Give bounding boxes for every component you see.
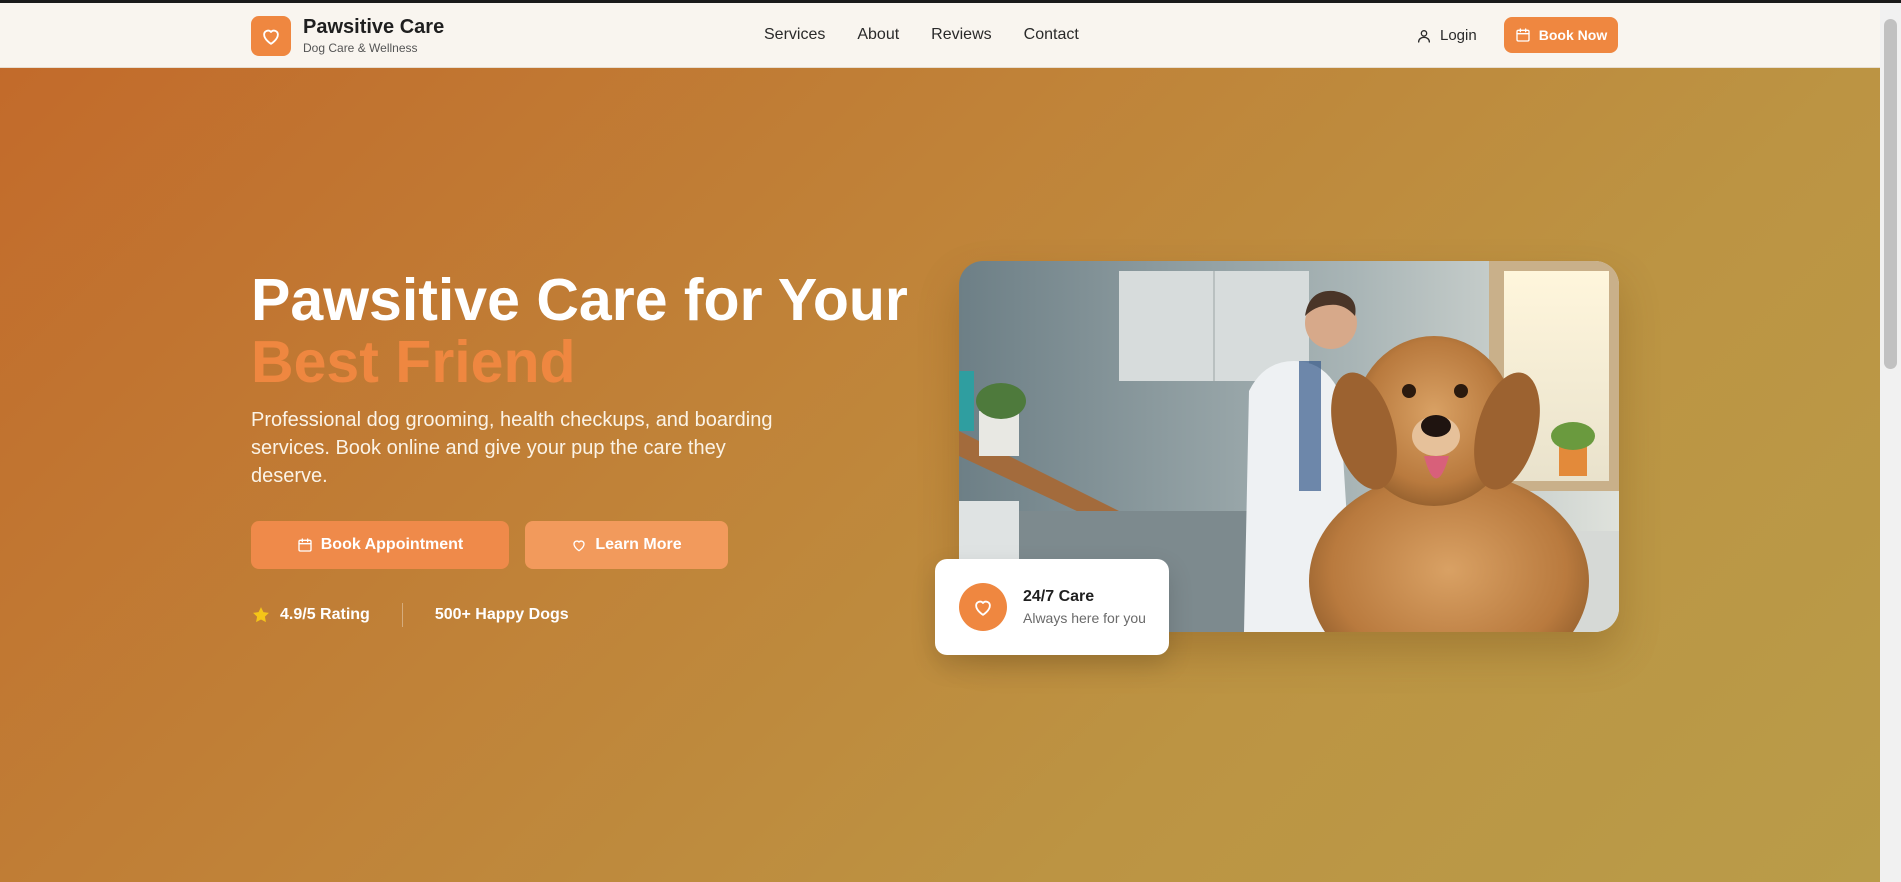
book-now-button[interactable]: Book Now [1504,17,1618,53]
hero-title: Pawsitive Care for Your Best Friend [251,269,908,393]
book-appointment-label: Book Appointment [320,536,464,553]
page-viewport: Pawsitive Care Dog Care & Wellness Servi… [0,3,1880,882]
hero-stats: 4.9/5 Rating 500+ Happy Dogs [251,603,569,627]
brand-tagline: Dog Care & Wellness [303,41,418,55]
star-icon [253,607,269,623]
happy-dogs-stat: 500+ Happy Dogs [435,606,569,624]
rating-stat: 4.9/5 Rating [251,605,370,625]
login-label: Login [1440,27,1477,44]
learn-more-label: Learn More [595,536,682,553]
book-now-label: Book Now [1538,27,1608,43]
learn-more-button[interactable]: Learn More [525,521,728,569]
hero-title-line1: Pawsitive Care for Your [251,267,908,333]
brand-logo[interactable]: Pawsitive Care Dog Care & Wellness [251,15,444,56]
calendar-icon [1516,28,1530,42]
brand-name: Pawsitive Care [303,16,445,38]
rating-text: 4.9/5 Rating [280,606,370,623]
login-button[interactable]: Login [1416,27,1477,44]
nav-contact[interactable]: Contact [1024,25,1079,45]
book-appointment-button[interactable]: Book Appointment [251,521,509,569]
hero-title-accent: Best Friend [251,329,576,395]
care-card-title: 24/7 Care [1023,588,1095,605]
heart-icon [959,583,1007,631]
heart-icon [573,540,586,552]
heart-icon [251,15,291,56]
user-icon [1418,29,1430,43]
vertical-scrollbar[interactable] [1880,3,1901,882]
stats-divider [401,603,403,627]
hero-description: Professional dog grooming, health checku… [251,409,773,487]
main-nav: Services About Reviews Contact [764,25,1111,45]
nav-about[interactable]: About [857,25,899,45]
care-card: 24/7 Care Always here for you [935,559,1169,655]
scrollbar-thumb[interactable] [1884,19,1897,369]
site-header: Pawsitive Care Dog Care & Wellness Servi… [0,3,1880,68]
nav-reviews[interactable]: Reviews [931,25,991,45]
brand-text: Pawsitive Care Dog Care & Wellness [303,15,444,56]
nav-services[interactable]: Services [764,25,825,45]
happy-dogs-text: 500+ Happy Dogs [434,606,569,623]
calendar-icon [298,538,312,552]
care-card-subtitle: Always here for you [1023,610,1146,626]
care-card-text: 24/7 Care Always here for you [1023,587,1146,627]
